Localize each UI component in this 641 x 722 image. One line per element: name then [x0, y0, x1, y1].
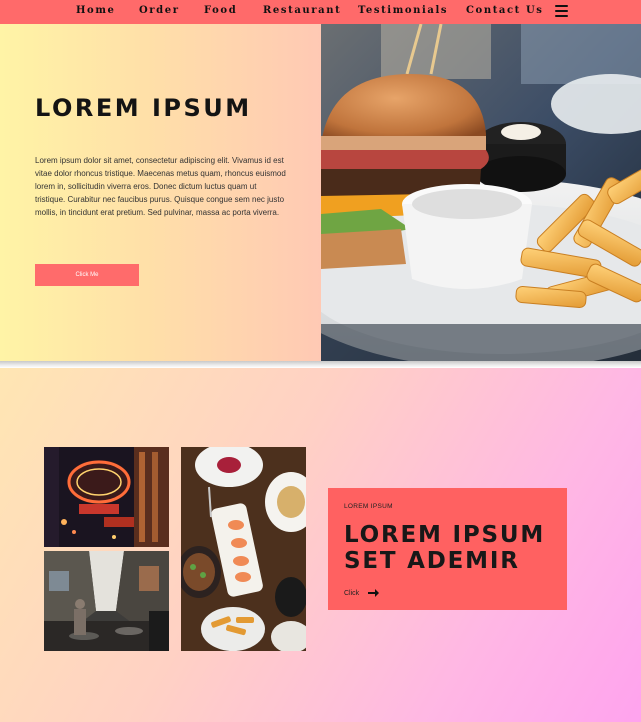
card-link-label: Click [344, 589, 360, 597]
card-title-line-2: SET ADEMIR [344, 548, 520, 574]
click-me-button[interactable]: Click Me [35, 264, 139, 286]
card-title-line-1: LOREM IPSUM [344, 522, 546, 548]
alley-cafe-photo [44, 551, 169, 651]
section-divider [0, 361, 641, 368]
card-title: LOREM IPSUM SET ADEMIR [344, 522, 545, 574]
hero-title: LOREM IPSUM [35, 94, 252, 122]
burger-photo [321, 24, 641, 361]
top-nav: Home Order Food Restaurant Testimonials … [0, 0, 641, 24]
neon-sign-photo [44, 447, 169, 547]
hamburger-menu-icon[interactable] [555, 5, 568, 18]
card-eyebrow: LOREM IPSUM [344, 503, 393, 510]
nav-item-testimonials[interactable]: Testimonials [358, 5, 448, 16]
feature-card: LOREM IPSUM LOREM IPSUM SET ADEMIR Click [328, 488, 567, 610]
food-table-photo [181, 447, 306, 651]
nav-item-food[interactable]: Food [204, 5, 237, 16]
nav-item-order[interactable]: Order [139, 5, 180, 16]
card-click-link[interactable]: Click [344, 589, 380, 597]
arrow-right-icon [368, 589, 380, 597]
nav-item-home[interactable]: Home [76, 5, 115, 16]
hero-paragraph: Lorem ipsum dolor sit amet, consectetur … [35, 156, 286, 217]
nav-item-contact-us[interactable]: Contact Us [466, 5, 544, 16]
nav-item-restaurant[interactable]: Restaurant [263, 5, 341, 16]
hero-text-panel: LOREM IPSUM Lorem ipsum dolor sit amet, … [0, 24, 321, 361]
feature-section: LOREM IPSUM LOREM IPSUM SET ADEMIR Click [0, 368, 641, 722]
hero-section: LOREM IPSUM Lorem ipsum dolor sit amet, … [0, 24, 641, 361]
